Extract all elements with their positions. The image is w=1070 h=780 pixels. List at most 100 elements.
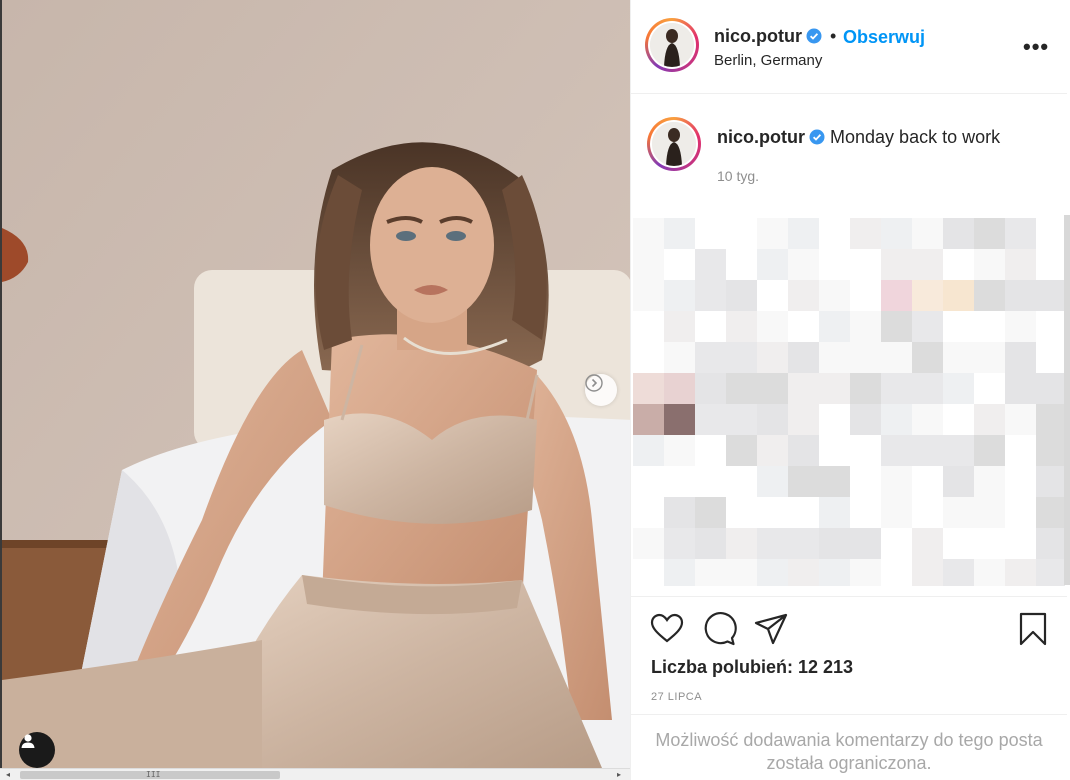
pixel-block — [695, 528, 726, 559]
pixel-block — [664, 528, 695, 559]
pixel-block — [881, 311, 912, 342]
pixel-block — [757, 249, 788, 280]
post-header: nico.potur • Obserwuj Berlin, Germany ••… — [631, 0, 1067, 94]
pixel-block — [664, 497, 695, 528]
pixel-block — [819, 466, 850, 497]
pixel-block — [726, 559, 757, 586]
caption-author-avatar[interactable] — [647, 117, 701, 171]
pixel-block — [819, 559, 850, 586]
pixel-block — [1036, 435, 1065, 466]
author-username-text[interactable]: nico.potur — [714, 26, 802, 46]
comment-bubble-icon[interactable] — [701, 611, 737, 647]
horizontal-scrollbar[interactable]: ◂ III ▸ — [0, 768, 630, 780]
heart-icon[interactable] — [649, 611, 685, 647]
caption-username[interactable]: nico.potur — [717, 127, 805, 147]
tagged-users-button[interactable] — [19, 732, 55, 768]
pixel-block — [881, 497, 912, 528]
pixel-block — [881, 373, 912, 404]
pixel-block — [757, 435, 788, 466]
pixel-block — [788, 404, 819, 435]
pixel-block — [695, 249, 726, 280]
paper-plane-icon[interactable] — [753, 611, 789, 647]
pixel-block — [664, 559, 695, 586]
pixel-block — [1036, 280, 1065, 311]
pixel-block — [1036, 373, 1065, 404]
pixel-block — [1005, 373, 1036, 404]
pixel-block — [819, 497, 850, 528]
post-time-ago[interactable]: 10 tyg. — [717, 168, 759, 184]
pixel-block — [974, 559, 1005, 586]
pixel-block — [1005, 311, 1036, 342]
pixel-block — [1036, 528, 1065, 559]
scroll-right-arrow-icon[interactable]: ▸ — [617, 770, 621, 779]
pixel-block — [788, 249, 819, 280]
pixel-block — [664, 280, 695, 311]
pixel-block — [912, 311, 943, 342]
pixel-block — [1005, 404, 1036, 435]
post-photo[interactable] — [0, 0, 630, 768]
carousel-next-button[interactable] — [585, 374, 617, 406]
author-username[interactable]: nico.potur — [714, 26, 822, 47]
pixel-block — [943, 559, 974, 586]
post-date[interactable]: 27 LIPCA — [651, 691, 702, 703]
pixel-block — [850, 373, 881, 404]
pixel-block — [912, 342, 943, 373]
pixel-block — [664, 342, 695, 373]
pixel-block — [664, 373, 695, 404]
pixel-block — [695, 559, 726, 586]
pixel-block — [850, 342, 881, 373]
comments-restricted-notice: Możliwość dodawania komentarzy do tego p… — [631, 714, 1067, 780]
caption-text: Monday back to work — [830, 127, 1001, 147]
pixel-block — [695, 280, 726, 311]
pixel-block — [664, 435, 695, 466]
pixel-block — [881, 249, 912, 280]
more-options-icon[interactable]: ••• — [1023, 34, 1049, 60]
pixel-block — [850, 311, 881, 342]
pixel-block — [974, 435, 1005, 466]
author-avatar[interactable] — [645, 18, 699, 72]
bookmark-icon[interactable] — [1015, 611, 1051, 647]
pixel-block — [633, 435, 664, 466]
pixel-block — [974, 404, 1005, 435]
pixel-block — [757, 218, 788, 249]
pixel-block — [912, 528, 943, 559]
pixel-block — [974, 218, 1005, 249]
scrollbar-grip-icon: III — [146, 770, 161, 779]
avatar-image — [652, 122, 696, 166]
pixel-block — [974, 466, 1005, 497]
pixel-block — [881, 435, 912, 466]
follow-button[interactable]: Obserwuj — [843, 27, 925, 48]
pixel-block — [819, 342, 850, 373]
scroll-left-arrow-icon[interactable]: ◂ — [6, 770, 10, 779]
pixel-block — [633, 280, 664, 311]
pixel-block — [788, 373, 819, 404]
pixel-block — [850, 404, 881, 435]
pixel-block — [819, 528, 850, 559]
pixel-block — [757, 404, 788, 435]
post-caption: nico.potur Monday back to work 10 tyg. — [631, 95, 1067, 215]
vertical-scrollbar[interactable] — [1064, 215, 1070, 585]
likes-count[interactable]: Liczba polubień: 12 213 — [651, 657, 853, 678]
post-actions: Liczba polubień: 12 213 27 LIPCA — [631, 596, 1067, 714]
pixel-block — [881, 218, 912, 249]
verified-badge-icon — [809, 129, 825, 145]
pixel-block — [943, 497, 974, 528]
pixel-block — [881, 466, 912, 497]
pixel-block — [1036, 466, 1065, 497]
pixel-block — [819, 280, 850, 311]
pixel-block — [912, 249, 943, 280]
pixel-block — [726, 280, 757, 311]
location-link[interactable]: Berlin, Germany — [714, 52, 822, 69]
pixel-block — [757, 342, 788, 373]
pixel-block — [881, 404, 912, 435]
pixel-block — [788, 342, 819, 373]
pixel-block — [757, 311, 788, 342]
pixel-block — [726, 435, 757, 466]
pixel-block — [788, 280, 819, 311]
pixel-block — [1005, 249, 1036, 280]
pixel-block — [912, 218, 943, 249]
post-sidebar: nico.potur • Obserwuj Berlin, Germany ••… — [630, 0, 1070, 780]
chevron-right-icon — [585, 374, 603, 392]
pixel-block — [1005, 342, 1036, 373]
pixel-block — [726, 311, 757, 342]
